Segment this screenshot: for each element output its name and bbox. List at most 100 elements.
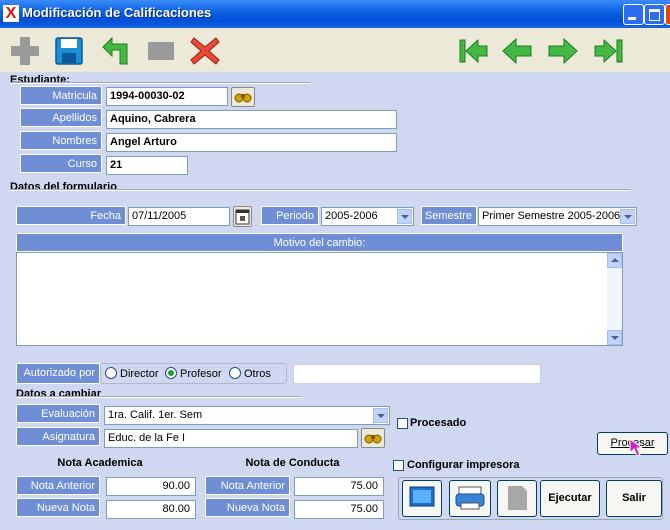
next-record-icon [548,37,578,65]
add-record-button[interactable] [8,34,42,68]
radio-director-label: Director [120,368,159,380]
search-subject-button[interactable] [361,428,385,448]
configurar-impresora-checkbox[interactable] [393,460,404,471]
curso-field[interactable]: 21 [106,156,188,175]
periodo-select[interactable]: 2005-2006 [321,207,414,226]
binoculars-icon [364,434,382,444]
autorizado-radio-group: Director Profesor Otros [100,363,287,384]
chevron-down-icon[interactable] [620,209,635,224]
nombres-field[interactable]: Angel Arturo [106,133,397,152]
otros-field[interactable] [293,364,541,384]
form-section-title: Datos del formulario [10,181,117,193]
close-window-button[interactable] [665,4,670,25]
scroll-down-icon[interactable] [607,330,622,345]
scroll-up-icon[interactable] [607,253,622,268]
blank-icon [148,42,174,60]
last-record-icon [594,38,623,64]
main-window: X Modificación de Calificaciones Estudia… [0,0,670,530]
previous-record-button[interactable] [500,34,534,68]
radio-otros[interactable]: Otros [229,367,271,381]
change-section-divider [16,396,301,398]
cond-anterior-label: Nota Anterior [205,476,290,495]
search-student-button[interactable] [231,87,255,107]
curso-label: Curso [20,154,102,173]
cond-nueva-field[interactable]: 75.00 [294,500,384,519]
chevron-down-icon[interactable] [397,209,412,224]
autorizado-label: Autorizado por [16,363,100,384]
change-section-title: Datos a cambiar [16,388,101,400]
maximize-button[interactable] [644,4,665,25]
asignatura-field[interactable]: Educ. de la Fe I [104,429,358,448]
fecha-field[interactable]: 07/11/2005 [128,207,230,226]
nota-academica-title: Nota Academica [57,457,143,469]
semestre-label: Semestre [421,206,477,225]
chevron-down-icon[interactable] [373,408,388,423]
title-bar[interactable]: X Modificación de Calificaciones [0,0,670,28]
radio-director-dot[interactable] [105,367,117,379]
configurar-impresora-label: Configurar impresora [407,459,520,471]
undo-icon [102,36,128,65]
cond-nueva-label: Nueva Nota [205,498,290,517]
apellidos-label: Apellidos [20,108,102,127]
motivo-scrollbar[interactable] [607,253,622,345]
monitor-icon [409,486,435,507]
window-title: Modificación de Calificaciones [22,5,212,20]
delete-record-button[interactable] [188,34,222,68]
radio-profesor-label: Profesor [180,368,222,380]
calendar-icon [235,209,250,225]
blank-toolbar-button[interactable] [144,34,178,68]
motivo-textarea[interactable] [16,252,623,346]
procesado-checkbox[interactable] [397,418,408,429]
cursor-icon [629,438,644,457]
radio-otros-dot[interactable] [229,367,241,379]
calendar-button[interactable] [233,206,252,227]
acad-anterior-field[interactable]: 90.00 [106,477,196,496]
fecha-label: Fecha [16,206,126,225]
nombres-label: Nombres [20,131,102,150]
radio-director[interactable]: Director [105,367,159,381]
motivo-label: Motivo del cambio: [16,233,623,252]
asignatura-label: Asignatura [16,427,100,446]
evaluacion-select-value: 1ra. Calif. 1er. Sem [108,409,203,421]
undo-button[interactable] [100,34,134,68]
cond-anterior-field[interactable]: 75.00 [294,477,384,496]
apellidos-field[interactable]: Aquino, Cabrera [106,110,397,129]
periodo-select-value: 2005-2006 [325,210,378,222]
toolbar [0,28,670,72]
salir-button[interactable]: Salir [606,480,662,517]
matricula-label: Matricula [20,86,102,105]
document-icon [508,486,527,510]
acad-nueva-label: Nueva Nota [16,498,100,517]
nota-conducta-title: Nota de Conducta [245,457,340,469]
binoculars-icon [234,93,252,103]
procesado-label: Procesado [410,417,467,429]
radio-profesor-dot[interactable] [165,367,177,379]
app-logo-icon: X [3,5,19,22]
acad-anterior-label: Nota Anterior [16,476,100,495]
ejecutar-button[interactable]: Ejecutar [540,480,600,517]
previous-record-icon [502,37,532,65]
evaluacion-select[interactable]: 1ra. Calif. 1er. Sem [104,406,390,425]
first-record-icon [459,38,488,64]
radio-profesor[interactable]: Profesor [165,367,222,381]
form-section-divider [10,189,630,191]
matricula-field[interactable]: 1994-00030-02 [106,87,228,106]
evaluacion-label: Evaluación [16,404,100,423]
print-button[interactable] [449,480,491,517]
next-record-button[interactable] [546,34,580,68]
semestre-select[interactable]: Primer Semestre 2005-2006 [478,207,637,226]
blank-action-button[interactable] [497,480,537,517]
preview-button[interactable] [402,480,442,517]
minimize-button[interactable] [623,4,644,25]
semestre-select-value: Primer Semestre 2005-2006 [482,210,621,222]
last-record-button[interactable] [592,34,626,68]
student-section-title: Estudiante: [10,74,70,86]
printer-icon [455,486,485,510]
periodo-label: Periodo [261,206,319,225]
save-icon [55,37,83,65]
student-section-divider [10,82,310,84]
delete-icon [190,37,220,65]
acad-nueva-field[interactable]: 80.00 [106,500,196,519]
save-record-button[interactable] [52,34,86,68]
first-record-button[interactable] [456,34,490,68]
